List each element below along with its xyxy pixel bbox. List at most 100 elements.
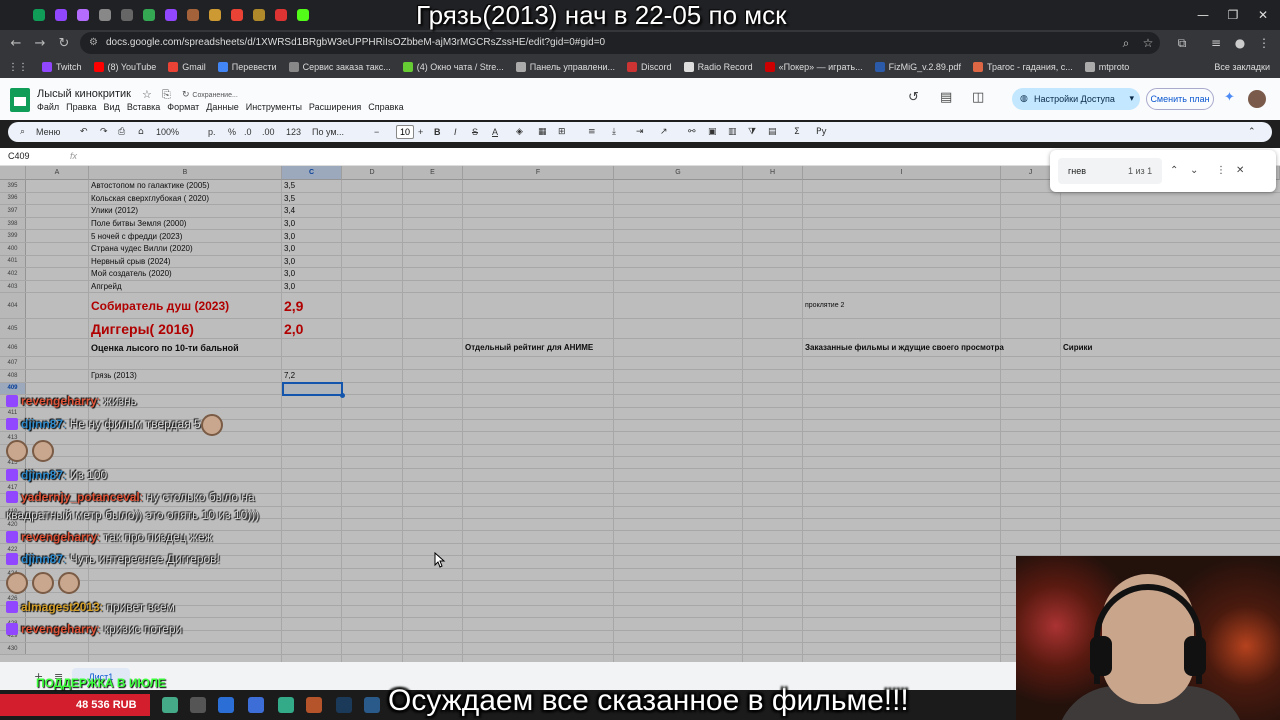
menu-item[interactable]: Инструменты xyxy=(246,102,302,112)
taskbar-chrome-icon[interactable] xyxy=(162,697,178,713)
font-select[interactable]: По ум... xyxy=(312,122,344,142)
cell-k[interactable]: Сирики xyxy=(1061,339,1092,356)
column-header-e[interactable]: E xyxy=(403,166,463,180)
cell-b[interactable]: Кольская сверхглубокая ( 2020) xyxy=(89,193,282,205)
tab-icon-shield[interactable] xyxy=(248,0,270,30)
tab-icon-sheets[interactable] xyxy=(28,0,50,30)
select-all-corner[interactable] xyxy=(0,166,26,180)
find-next-icon[interactable]: ⌄ xyxy=(1190,158,1198,184)
column-header-d[interactable]: D xyxy=(342,166,403,180)
cell-b[interactable]: Поле битвы Земля (2000) xyxy=(89,218,282,230)
comment-icon[interactable]: ▣ xyxy=(708,122,717,142)
row-number[interactable]: 399 xyxy=(0,230,26,242)
bookmark-item[interactable]: mtproto xyxy=(1084,62,1129,72)
bookmark-item[interactable]: Gmail xyxy=(168,62,206,72)
percent-format[interactable]: % xyxy=(228,122,236,142)
cell-b[interactable]: Улики (2012) xyxy=(89,205,282,217)
bookmark-item[interactable]: Radio Record xyxy=(683,62,753,72)
zoom-icon[interactable]: ⌕ xyxy=(1114,30,1138,56)
bookmark-item[interactable]: Discord xyxy=(627,62,672,72)
strikethrough-icon[interactable]: S xyxy=(472,122,478,142)
sheets-logo-icon[interactable] xyxy=(10,88,30,112)
meet-icon[interactable]: ◫ xyxy=(972,90,984,105)
menu-item[interactable]: Расширения xyxy=(309,102,361,112)
filter-views-icon[interactable]: ▤ xyxy=(768,122,777,142)
menu-item[interactable]: Данные xyxy=(206,102,239,112)
cell-c[interactable]: 3,5 xyxy=(282,193,342,205)
comments-icon[interactable]: ▤ xyxy=(940,90,952,105)
profile-icon[interactable]: ● xyxy=(1228,30,1252,56)
decrease-decimal[interactable]: .0 xyxy=(244,122,252,142)
decrease-font-icon[interactable]: − xyxy=(374,122,379,142)
redo-icon[interactable]: ↷ xyxy=(100,122,108,142)
row-number[interactable]: 402 xyxy=(0,268,26,280)
cell-b[interactable]: Мой создатель (2020) xyxy=(89,268,282,280)
tab-icon-colors[interactable] xyxy=(204,0,226,30)
taskbar-game-icon[interactable] xyxy=(306,697,322,713)
chevron-down-icon[interactable]: ▾ xyxy=(1129,88,1134,110)
cell-c[interactable] xyxy=(282,357,342,369)
column-header-g[interactable]: G xyxy=(614,166,743,180)
row-number[interactable]: 397 xyxy=(0,205,26,217)
bookmark-item[interactable]: Twitch xyxy=(42,62,82,72)
bookmark-item[interactable]: Перевести xyxy=(217,62,277,72)
cell-b[interactable]: Оценка лысого по 10-ти бальной xyxy=(89,339,282,356)
cell-b[interactable]: Автостопом по галактике (2005) xyxy=(89,180,282,192)
maximize-icon[interactable]: ❐ xyxy=(1216,0,1250,30)
tab-icon-twitch-3[interactable] xyxy=(160,0,182,30)
filter-icon[interactable]: ⧩ xyxy=(748,122,756,142)
cell-b[interactable] xyxy=(89,357,282,369)
chart-icon[interactable]: ▥ xyxy=(728,122,737,142)
minimize-icon[interactable]: — xyxy=(1186,0,1220,30)
row-number[interactable]: 408 xyxy=(0,369,26,382)
media-icon[interactable]: ≡ xyxy=(1204,30,1228,56)
bookmark-item[interactable]: FizMiG_v.2.89.pdf xyxy=(874,62,961,72)
cell-b[interactable]: 5 ночей с фредди (2023) xyxy=(89,230,282,242)
currency-format[interactable]: р. xyxy=(208,122,216,142)
history-icon[interactable]: ↺ xyxy=(908,90,919,105)
paint-format-icon[interactable]: ⌂ xyxy=(138,122,144,142)
bookmark-star-icon[interactable]: ☆ xyxy=(1136,30,1160,56)
tab-icon-audio[interactable] xyxy=(94,0,116,30)
cell-i[interactable]: Заказанные фильмы и ждущие своего просмо… xyxy=(803,339,1004,356)
find-prev-icon[interactable]: ⌃ xyxy=(1170,158,1178,184)
print-icon[interactable]: ⎙ xyxy=(118,122,125,142)
move-folder-icon[interactable]: ⎘ xyxy=(162,88,171,102)
cell-b[interactable]: Апгрейд xyxy=(89,281,282,293)
valign-icon[interactable]: ⤓ xyxy=(612,122,616,142)
cell-b[interactable]: Грязь (2013) xyxy=(89,370,282,382)
bookmark-item[interactable]: Сервис заказа такс... xyxy=(288,62,391,72)
column-header-h[interactable]: H xyxy=(743,166,803,180)
taskbar-phone-icon[interactable] xyxy=(278,697,294,713)
menu-item[interactable]: Вид xyxy=(104,102,120,112)
column-header-b[interactable]: B xyxy=(89,166,282,180)
taskbar-browser-icon[interactable] xyxy=(248,697,264,713)
row-number[interactable]: 403 xyxy=(0,280,26,293)
collapse-toolbar-icon[interactable]: ⌃ xyxy=(1248,122,1256,142)
share-button[interactable]: ◍ Настройки Доступа ▾ xyxy=(1012,88,1140,110)
taskbar-app-icon[interactable] xyxy=(190,697,206,713)
apps-grid-icon[interactable]: ⋮⋮ xyxy=(8,62,28,73)
tab-icon-red[interactable] xyxy=(270,0,292,30)
increase-decimal[interactable]: .00 xyxy=(262,122,275,142)
cell-c[interactable]: 3,5 xyxy=(282,180,342,192)
zoom-select[interactable]: 100% xyxy=(156,122,179,142)
cell-c[interactable]: 3,0 xyxy=(282,230,342,242)
functions-icon[interactable]: Σ xyxy=(794,122,800,142)
cell-b[interactable]: Страна чудес Вилли (2020) xyxy=(89,243,282,255)
tab-icon-gmail[interactable] xyxy=(226,0,248,30)
bookmark-item[interactable]: (8) YouTube xyxy=(93,62,156,72)
bookmark-item[interactable]: Трагос - гадания, с... xyxy=(972,62,1073,72)
text-color-icon[interactable]: A xyxy=(492,122,498,142)
cell-c[interactable]: 2,0 xyxy=(282,319,342,338)
url-field[interactable]: ⚙ docs.google.com/spreadsheets/d/1XWRSd1… xyxy=(80,32,1160,54)
number-format[interactable]: 123 xyxy=(286,122,301,142)
bookmark-item[interactable]: Панель управлени... xyxy=(515,62,615,72)
find-options-icon[interactable]: ⋮ xyxy=(1216,158,1226,184)
row-number[interactable]: 430 xyxy=(0,642,26,655)
row-number[interactable]: 400 xyxy=(0,242,26,255)
search-menus-icon[interactable]: ⌕ xyxy=(20,122,25,142)
row-number[interactable]: 401 xyxy=(0,255,26,268)
cell-c[interactable]: 3,4 xyxy=(282,205,342,217)
taskbar-editor-icon[interactable] xyxy=(218,697,234,713)
